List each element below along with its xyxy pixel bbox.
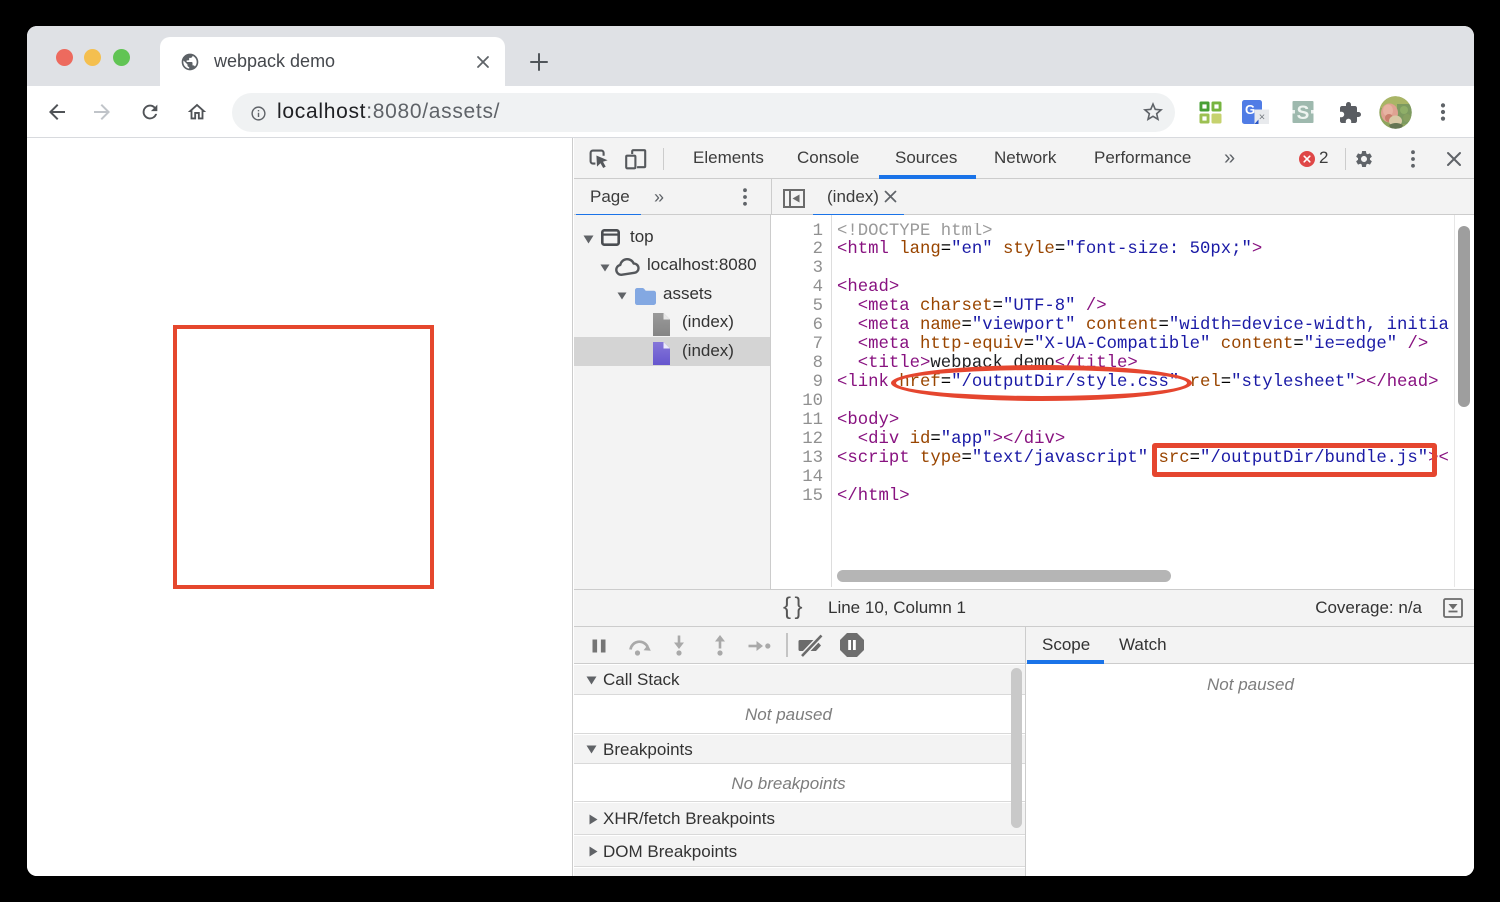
svg-text:G: G [1245,102,1255,117]
svg-text:×: × [1259,112,1265,124]
svg-text:S: S [1297,103,1310,124]
